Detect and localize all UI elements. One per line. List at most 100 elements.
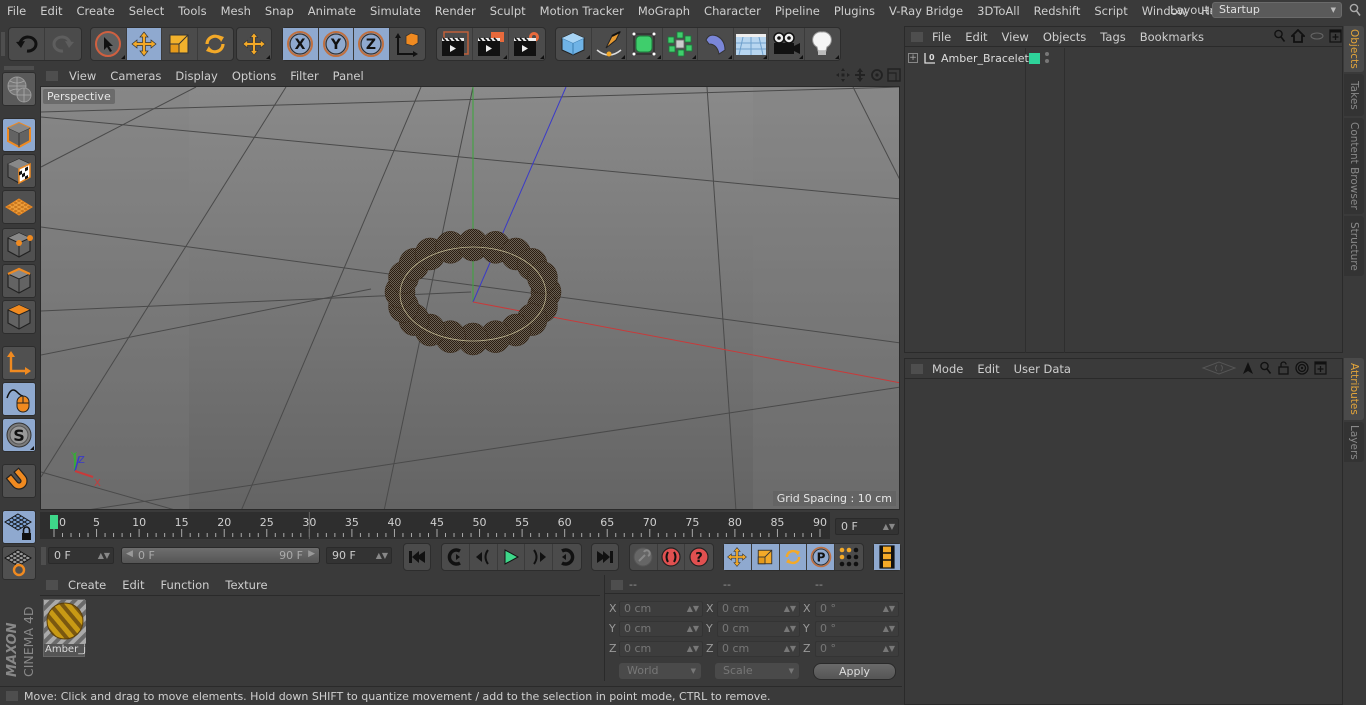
range-right-arrow-icon[interactable]: ▶	[308, 549, 315, 559]
key-position-button[interactable]	[724, 544, 752, 570]
layer-color-swatch[interactable]	[1029, 53, 1040, 64]
start-frame-field[interactable]: 0 F ▲▼	[48, 547, 114, 564]
eye-toggle-icon[interactable]	[1310, 31, 1324, 41]
menu-render[interactable]: Render	[428, 4, 483, 18]
search-icon[interactable]	[1259, 361, 1272, 375]
menu-motion-tracker[interactable]: Motion Tracker	[533, 4, 631, 18]
timeline-window-button[interactable]	[874, 544, 900, 570]
rotation-z-field[interactable]: 0 ° ▲▼	[815, 641, 899, 657]
material-menu-edit[interactable]: Edit	[114, 578, 152, 592]
floor-button[interactable]	[734, 28, 769, 60]
subdivision-surface-button[interactable]	[627, 28, 663, 60]
position-z-field[interactable]: 0 cm ▲▼	[619, 641, 703, 657]
rotation-y-field[interactable]: 0 ° ▲▼	[815, 621, 899, 637]
object-row[interactable]: + 0 Amber_Bracelet	[905, 48, 1343, 70]
menu-sculpt[interactable]: Sculpt	[483, 4, 533, 18]
viewport-menu-filter[interactable]: Filter	[283, 69, 325, 83]
go-to-end-button[interactable]	[592, 544, 618, 570]
go-to-start-button[interactable]	[404, 544, 430, 570]
viewport-grip[interactable]	[46, 71, 58, 81]
redo-button[interactable]	[45, 28, 81, 60]
coordinate-system-button[interactable]	[390, 28, 425, 60]
attribute-menu-edit[interactable]: Edit	[970, 362, 1006, 376]
rotate-view-icon[interactable]	[870, 68, 884, 82]
render-visibility-dot[interactable]	[1045, 59, 1049, 63]
play-forward-button[interactable]	[498, 544, 526, 570]
position-y-field[interactable]: 0 cm ▲▼	[619, 621, 703, 637]
new-window-icon[interactable]	[1314, 361, 1327, 375]
expand-icon[interactable]: +	[908, 53, 918, 63]
search-icon[interactable]	[1273, 29, 1286, 43]
menu-mograph[interactable]: MoGraph	[631, 4, 697, 18]
rotation-x-field[interactable]: 0 ° ▲▼	[815, 601, 899, 617]
attribute-manager-grip[interactable]	[911, 363, 923, 374]
menu-3dtoall[interactable]: 3DToAll	[970, 4, 1027, 18]
object-menu-bookmarks[interactable]: Bookmarks	[1133, 30, 1211, 44]
material-menu-texture[interactable]: Texture	[217, 578, 275, 592]
cloner-button[interactable]	[663, 28, 698, 60]
zoom-view-icon[interactable]	[853, 68, 867, 82]
up-arrow-icon[interactable]	[1242, 361, 1254, 375]
viewport-menu-view[interactable]: View	[62, 69, 103, 83]
snap-button[interactable]	[2, 464, 36, 498]
coordinate-space-select[interactable]: World	[619, 663, 701, 679]
menu-tools[interactable]: Tools	[171, 4, 213, 18]
make-editable-button[interactable]	[2, 72, 36, 106]
menu-create[interactable]: Create	[70, 4, 122, 18]
key-pla-button[interactable]	[835, 544, 863, 570]
cube-button[interactable]	[556, 28, 592, 60]
menu-select[interactable]: Select	[122, 4, 171, 18]
menu-simulate[interactable]: Simulate	[363, 4, 428, 18]
target-icon[interactable]	[1295, 361, 1309, 375]
viewport-menu-panel[interactable]: Panel	[326, 69, 371, 83]
coordinates-grip[interactable]	[611, 580, 623, 590]
size-z-field[interactable]: 0 cm ▲▼	[717, 641, 800, 657]
record-disabled-button[interactable]	[630, 544, 658, 570]
preview-range-slider[interactable]: ◀ 0 F 90 F ▶	[121, 547, 320, 564]
menu-plugins[interactable]: Plugins	[827, 4, 882, 18]
menu-mesh[interactable]: Mesh	[214, 4, 258, 18]
playhead[interactable]	[50, 515, 58, 529]
model-mode-button[interactable]	[2, 118, 36, 152]
workplane-lock-button[interactable]	[2, 510, 36, 544]
pan-view-icon[interactable]	[836, 68, 850, 82]
previous-frame-button[interactable]	[470, 544, 498, 570]
object-menu-tags[interactable]: Tags	[1093, 30, 1132, 44]
material-menu-create[interactable]: Create	[60, 578, 114, 592]
material-swatch[interactable]: Amber_j	[43, 599, 86, 657]
object-name[interactable]: Amber_Bracelet	[941, 52, 1029, 65]
toolbar-grip[interactable]	[1, 32, 5, 56]
home-icon[interactable]	[1291, 29, 1305, 43]
material-grip[interactable]	[46, 580, 58, 590]
menu-snap[interactable]: Snap	[258, 4, 301, 18]
render-view-button[interactable]	[437, 28, 473, 60]
record-active-objects-button[interactable]	[658, 544, 686, 570]
menu-redshift[interactable]: Redshift	[1027, 4, 1088, 18]
solo-button[interactable]: S	[2, 418, 36, 452]
rotate-tool-button[interactable]	[198, 28, 233, 60]
object-menu-objects[interactable]: Objects	[1036, 30, 1093, 44]
object-manager-grip[interactable]	[911, 31, 923, 42]
current-frame-field[interactable]: 0 F ▲▼	[835, 518, 899, 535]
search-icon[interactable]	[1349, 3, 1361, 21]
menu-animate[interactable]: Animate	[301, 4, 363, 18]
undo-button[interactable]	[9, 28, 45, 60]
viewport-menu-options[interactable]: Options	[225, 69, 283, 83]
menu-vray-bridge[interactable]: V-Ray Bridge	[882, 4, 970, 18]
object-menu-file[interactable]: File	[925, 30, 958, 44]
attribute-menu-mode[interactable]: Mode	[925, 362, 970, 376]
toggle-view-icon[interactable]	[887, 68, 901, 82]
texture-mode-button[interactable]	[2, 154, 36, 188]
menu-edit[interactable]: Edit	[33, 4, 69, 18]
next-key-button[interactable]	[553, 544, 581, 570]
next-frame-button[interactable]	[525, 544, 554, 570]
key-rotation-button[interactable]	[779, 544, 808, 570]
tab-structure[interactable]: Structure	[1344, 216, 1364, 276]
z-axis-lock-button[interactable]: Z	[354, 28, 390, 60]
tab-content-browser[interactable]: Content Browser	[1344, 118, 1364, 214]
material-menu-function[interactable]: Function	[153, 578, 218, 592]
recent-tool-button[interactable]	[237, 28, 271, 60]
range-left-arrow-icon[interactable]: ◀	[126, 549, 133, 559]
tab-objects[interactable]: Objects	[1344, 26, 1364, 72]
apply-button[interactable]: Apply	[813, 663, 896, 680]
